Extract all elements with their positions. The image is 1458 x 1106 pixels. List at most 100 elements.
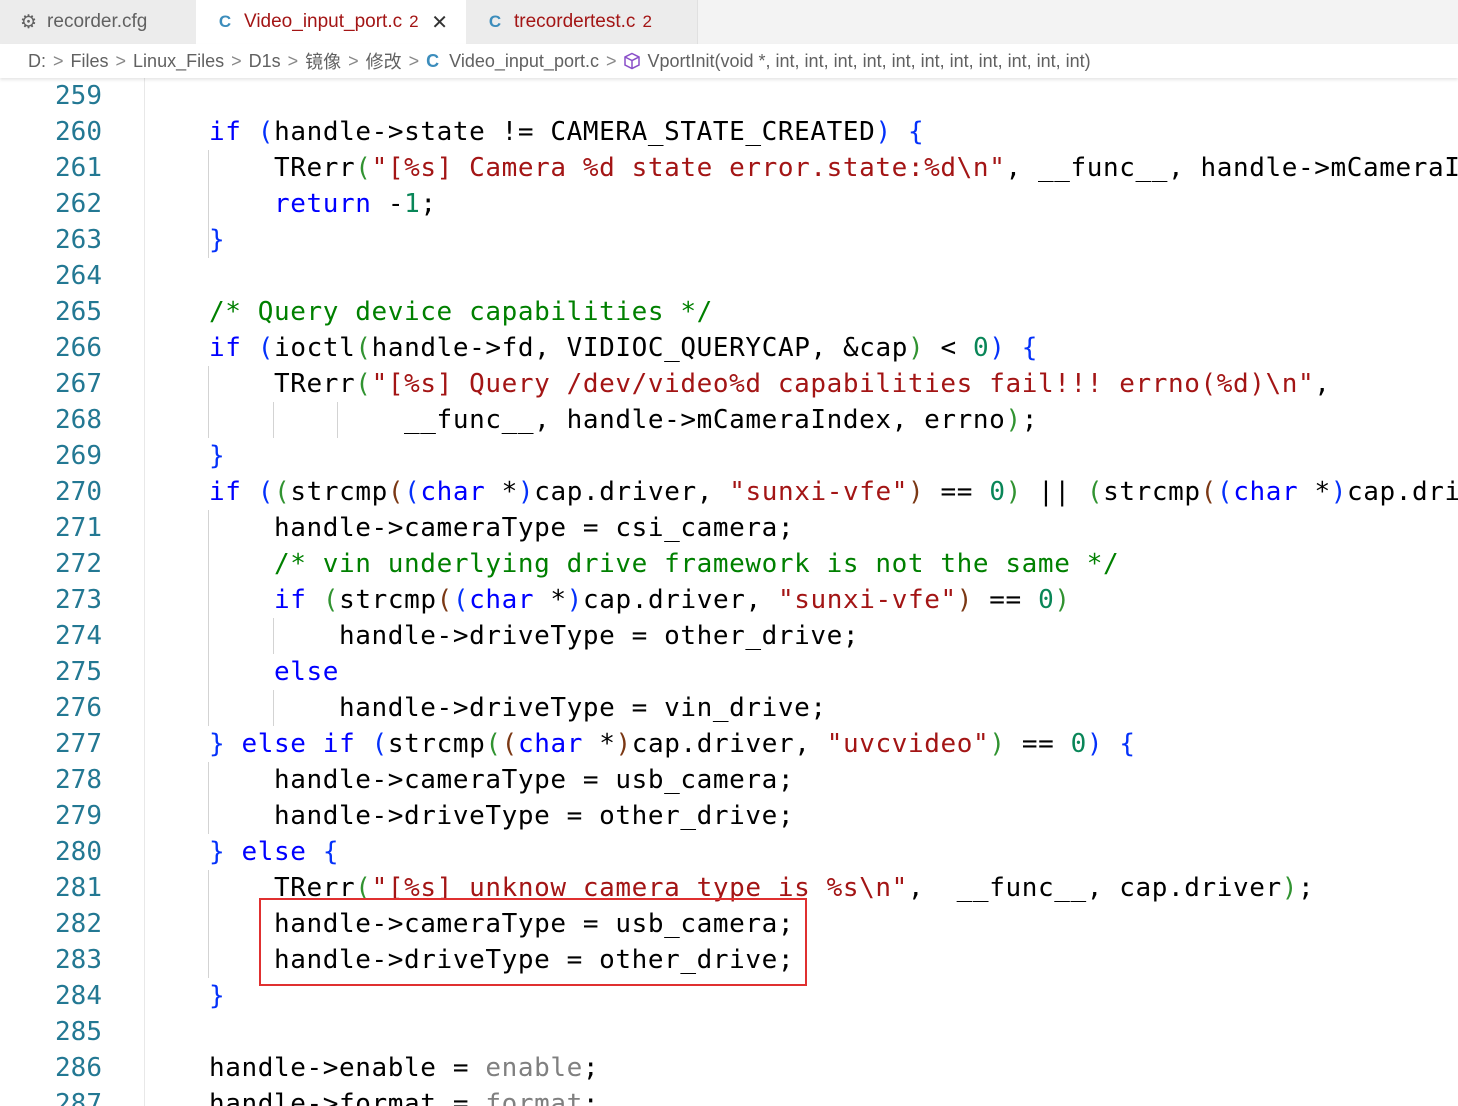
code-line[interactable]: 269 } bbox=[0, 438, 1458, 474]
code-line[interactable]: 272 /* vin underlying drive framework is… bbox=[0, 546, 1458, 582]
code-editor[interactable]: 259 260 if (handle->state != CAMERA_STATE… bbox=[0, 78, 1458, 1106]
code-token: ( bbox=[355, 333, 372, 363]
code-token: , bbox=[1314, 369, 1331, 399]
breadcrumb-separator: > bbox=[605, 50, 617, 71]
code-token: else bbox=[274, 657, 340, 687]
code-line[interactable]: 286 handle->enable = enable; bbox=[0, 1050, 1458, 1086]
code-line[interactable]: 273 if (strcmp((char *)cap.driver, "sunx… bbox=[0, 582, 1458, 618]
line-number: 276 bbox=[55, 693, 102, 723]
code-line[interactable]: 268 __func__, handle->mCameraIndex, errn… bbox=[0, 402, 1458, 438]
tab-video-input-port-c[interactable]: C Video_input_port.c 2 ✕ bbox=[196, 0, 466, 44]
code-line[interactable]: 266 if (ioctl(handle->fd, VIDIOC_QUERYCA… bbox=[0, 330, 1458, 366]
code-token: format bbox=[485, 1089, 583, 1106]
code-token: { bbox=[1021, 333, 1039, 363]
code-token: handle->driveType = other_drive; bbox=[144, 621, 860, 651]
code-line[interactable]: 259 bbox=[0, 78, 1458, 114]
code-line[interactable]: 278 handle->cameraType = usb_camera; bbox=[0, 762, 1458, 798]
breadcrumb-folder-d1s[interactable]: D1s bbox=[249, 51, 281, 72]
code-line[interactable]: 285 bbox=[0, 1014, 1458, 1050]
code-line[interactable]: 264 bbox=[0, 258, 1458, 294]
code-token: ( bbox=[436, 585, 453, 615]
code-line[interactable]: 262 return -1; bbox=[0, 186, 1458, 222]
code-line[interactable]: 263 } bbox=[0, 222, 1458, 258]
line-number: 281 bbox=[55, 873, 102, 903]
breadcrumb-file[interactable]: Video_input_port.c bbox=[449, 51, 599, 72]
code-token: { bbox=[1119, 729, 1136, 759]
code-token: strcmp bbox=[290, 477, 388, 507]
code-token: ) bbox=[615, 729, 632, 759]
line-number: 267 bbox=[55, 369, 102, 399]
code-token: handle->enable = bbox=[144, 1053, 486, 1083]
line-number: 282 bbox=[55, 909, 102, 939]
breadcrumb-separator: > bbox=[348, 50, 359, 71]
code-token: ) bbox=[1281, 873, 1299, 903]
code-line[interactable]: 261 TRerr("[%s] Camera %d state error.st… bbox=[0, 150, 1458, 186]
code-token: } bbox=[209, 837, 226, 867]
line-number: 264 bbox=[55, 261, 102, 291]
code-token: || bbox=[1021, 477, 1087, 507]
code-token: ; bbox=[1298, 873, 1315, 903]
breadcrumb-folder-modify[interactable]: 修改 bbox=[366, 48, 402, 74]
code-token: ; bbox=[420, 189, 437, 219]
breadcrumb-symbol-vportinit[interactable]: VportInit(void *, int, int, int, int, in… bbox=[647, 51, 1090, 72]
code-text: handle->cameraType = usb_camera; bbox=[144, 762, 794, 798]
code-token: "[%s] Query /dev/video%d capabilities fa… bbox=[371, 369, 1315, 399]
code-token: /* vin underlying drive framework is not… bbox=[274, 549, 1120, 579]
line-number: 271 bbox=[55, 513, 102, 543]
indent-guide bbox=[208, 870, 209, 978]
code-token: ; bbox=[582, 1089, 600, 1106]
code-token: handle->driveType = vin_drive; bbox=[144, 693, 827, 723]
code-line[interactable]: 271 handle->cameraType = csi_camera; bbox=[0, 510, 1458, 546]
code-token: ( bbox=[404, 477, 421, 507]
code-text: } bbox=[144, 438, 225, 474]
problem-count-badge: 2 bbox=[642, 12, 652, 31]
breadcrumb-folder-linux-files[interactable]: Linux_Files bbox=[133, 51, 224, 72]
tab-trecordertest-c[interactable]: C trecordertest.c 2 bbox=[466, 0, 698, 44]
code-token: char bbox=[420, 477, 486, 507]
line-number: 259 bbox=[55, 81, 102, 111]
breadcrumb-drive[interactable]: D: bbox=[28, 51, 46, 72]
tab-recorder-cfg[interactable]: ⚙ recorder.cfg bbox=[0, 0, 196, 44]
code-token: ( bbox=[485, 729, 502, 759]
code-token: ) bbox=[989, 333, 1006, 363]
code-text: handle->enable = enable; bbox=[144, 1050, 599, 1086]
breadcrumb-folder-files[interactable]: Files bbox=[71, 51, 109, 72]
code-token: strcmp bbox=[339, 585, 437, 615]
code-line[interactable]: 277 } else if (strcmp((char *)cap.driver… bbox=[0, 726, 1458, 762]
line-number: 287 bbox=[55, 1089, 102, 1106]
code-token: ) bbox=[566, 585, 583, 615]
code-line[interactable]: 265 /* Query device capabilities */ bbox=[0, 294, 1458, 330]
code-line[interactable]: 267 TRerr("[%s] Query /dev/video%d capab… bbox=[0, 366, 1458, 402]
gear-icon: ⚙ bbox=[20, 11, 38, 33]
code-line[interactable]: 280 } else { bbox=[0, 834, 1458, 870]
indent-guide bbox=[208, 366, 209, 438]
breadcrumb-folder-image[interactable]: 镜像 bbox=[305, 48, 341, 74]
code-token: if bbox=[209, 117, 242, 147]
code-line[interactable]: 279 handle->driveType = other_drive; bbox=[0, 798, 1458, 834]
line-number: 269 bbox=[55, 441, 102, 471]
code-line[interactable]: 270 if ((strcmp((char *)cap.driver, "sun… bbox=[0, 474, 1458, 510]
indent-guide bbox=[208, 762, 209, 834]
code-text: /* Query device capabilities */ bbox=[144, 294, 713, 330]
code-token: < bbox=[924, 333, 973, 363]
code-line[interactable]: 274 handle->driveType = other_drive; bbox=[0, 618, 1458, 654]
close-icon[interactable]: ✕ bbox=[431, 10, 449, 35]
code-line[interactable]: 287 handle->format = format; bbox=[0, 1086, 1458, 1106]
code-token: cap.driver, bbox=[534, 477, 730, 507]
highlight-annotation-box bbox=[259, 898, 807, 986]
code-token: ( bbox=[371, 729, 388, 759]
code-line[interactable]: 275 else bbox=[0, 654, 1458, 690]
line-number: 261 bbox=[55, 153, 102, 183]
code-token: handle->format = bbox=[144, 1089, 486, 1106]
code-token: ) bbox=[956, 585, 974, 615]
code-token: ) bbox=[908, 477, 925, 507]
code-line[interactable]: 260 if (handle->state != CAMERA_STATE_CR… bbox=[0, 114, 1458, 150]
code-line[interactable]: 276 handle->driveType = vin_drive; bbox=[0, 690, 1458, 726]
